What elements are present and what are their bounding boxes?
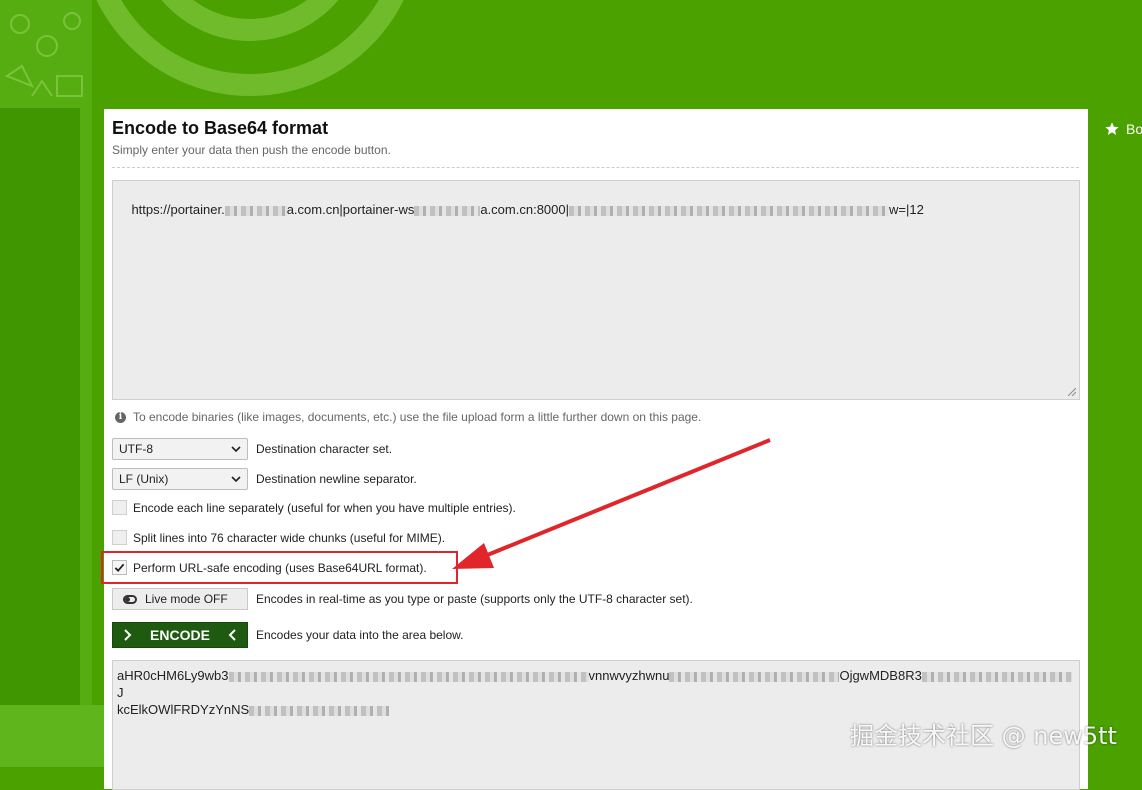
charset-value: UTF-8: [119, 442, 153, 456]
each-line-checkbox[interactable]: [112, 500, 127, 515]
charset-row: UTF-8 Destination character set.: [112, 438, 392, 460]
redacted-text: [249, 705, 390, 716]
chevron-right-icon: [124, 629, 132, 641]
redacted-text: [228, 671, 589, 682]
redacted-text: [921, 671, 1072, 682]
info-icon: i: [115, 411, 126, 423]
resize-grip-icon[interactable]: [1068, 388, 1076, 396]
redacted-text: [669, 671, 840, 682]
split-lines-checkbox[interactable]: [112, 530, 127, 545]
split-lines-label[interactable]: Split lines into 76 character wide chunk…: [133, 531, 445, 545]
watermark-text: 掘金技术社区 @ new5tt: [850, 722, 1117, 750]
page-title: Encode to Base64 format: [112, 118, 329, 138]
output-text-part: vnnwvyzhwnu: [588, 668, 670, 683]
chevron-down-icon: [231, 446, 241, 453]
each-line-label[interactable]: Encode each line separately (useful for …: [133, 501, 516, 515]
encode-panel: Encode to Base64 format Simply enter you…: [101, 109, 1088, 790]
star-icon: [1105, 122, 1119, 135]
encode-label: Encodes your data into the area below.: [256, 628, 464, 642]
output-text-part: OjgwMDB8R3: [839, 668, 922, 683]
chevron-down-icon: [231, 476, 241, 483]
input-text-part: a.com.cn|portainer-ws: [286, 202, 415, 217]
output-text-part: kcElkOWlFRDYzYnNS: [117, 702, 250, 717]
charset-label: Destination character set.: [256, 442, 393, 456]
info-text: To encode binaries (like images, documen…: [133, 410, 702, 424]
newline-row: LF (Unix) Destination newline separator.: [112, 468, 417, 490]
output-text-part: J: [117, 685, 124, 700]
newline-label: Destination newline separator.: [256, 472, 417, 486]
redacted-text: [414, 205, 481, 216]
toggle-icon: [123, 594, 137, 604]
input-text-part: w=|12: [889, 202, 924, 217]
bookmark-label: Bo: [1126, 121, 1142, 137]
background-doodle-icon: [4, 12, 83, 97]
bookmark-link[interactable]: Bo: [1104, 121, 1142, 137]
live-mode-button-label: Live mode OFF: [145, 592, 228, 606]
redacted-text: [569, 205, 889, 216]
background-left-bottom: [0, 705, 104, 767]
input-text-part: https://portainer.: [131, 202, 225, 217]
newline-value: LF (Unix): [119, 472, 169, 486]
charset-select[interactable]: UTF-8: [112, 438, 248, 460]
chevron-left-icon: [228, 629, 236, 641]
live-mode-button[interactable]: Live mode OFF: [112, 588, 248, 610]
output-text-part: aHR0cHM6Ly9wb3: [117, 668, 229, 683]
background-rings-icon: [96, 0, 404, 96]
live-mode-label: Encodes in real-time as you type or past…: [256, 592, 693, 606]
each-line-row: Encode each line separately (useful for …: [112, 500, 516, 515]
redacted-text: [224, 205, 287, 216]
newline-select[interactable]: LF (Unix): [112, 468, 248, 490]
divider: [112, 167, 1079, 168]
split-lines-row: Split lines into 76 character wide chunk…: [112, 530, 445, 545]
annotation-highlight-box: [101, 551, 458, 584]
info-note: i To encode binaries (like images, docum…: [115, 410, 701, 424]
live-mode-row: Live mode OFF Encodes in real-time as yo…: [112, 588, 693, 610]
encode-row: ENCODE Encodes your data into the area b…: [112, 622, 463, 648]
encode-button[interactable]: ENCODE: [112, 622, 248, 648]
input-textarea[interactable]: https://portainer. a.com.cn|portainer-ws a…: [112, 180, 1080, 400]
encode-button-label: ENCODE: [150, 627, 210, 643]
input-text-part: a.com.cn:8000|: [480, 202, 569, 217]
background-left-panel: [0, 108, 80, 708]
page-subtitle: Simply enter your data then push the enc…: [112, 143, 391, 157]
